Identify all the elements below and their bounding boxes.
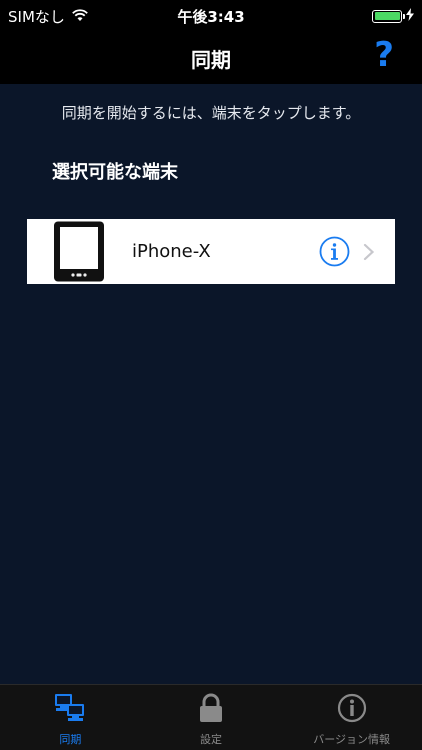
charging-bolt-icon [406,7,414,25]
status-right [372,7,414,25]
status-time: 午後3:43 [177,8,245,26]
tab-version-info-label: バージョン情報 [313,733,391,746]
tab-bar: 同期 設定 バージョン情報 [0,684,422,750]
chevron-right-icon [363,243,375,261]
info-icon [337,693,367,727]
info-icon[interactable] [319,236,350,267]
device-row[interactable]: iPhone-X [27,219,395,284]
sync-instruction: 同期を開始するには、端末をタップします。 [61,104,361,122]
sync-computers-icon [54,693,86,727]
battery-icon [372,9,405,23]
device-name: iPhone-X [132,241,211,262]
tab-sync[interactable]: 同期 [0,685,141,750]
help-button[interactable]: ? [374,38,394,72]
status-bar: SIMなし 午後3:43 [0,0,422,30]
tab-sync-label: 同期 [59,733,82,746]
navigation-bar: 同期 ? [0,30,422,84]
lock-icon [198,693,224,727]
tab-version-info[interactable]: バージョン情報 [281,685,422,750]
section-title: 選択可能な端末 [52,162,178,183]
tab-settings-label: 設定 [200,733,222,746]
nav-title: 同期 [191,48,231,72]
tab-settings[interactable]: 設定 [141,685,282,750]
tablet-icon [53,221,105,282]
